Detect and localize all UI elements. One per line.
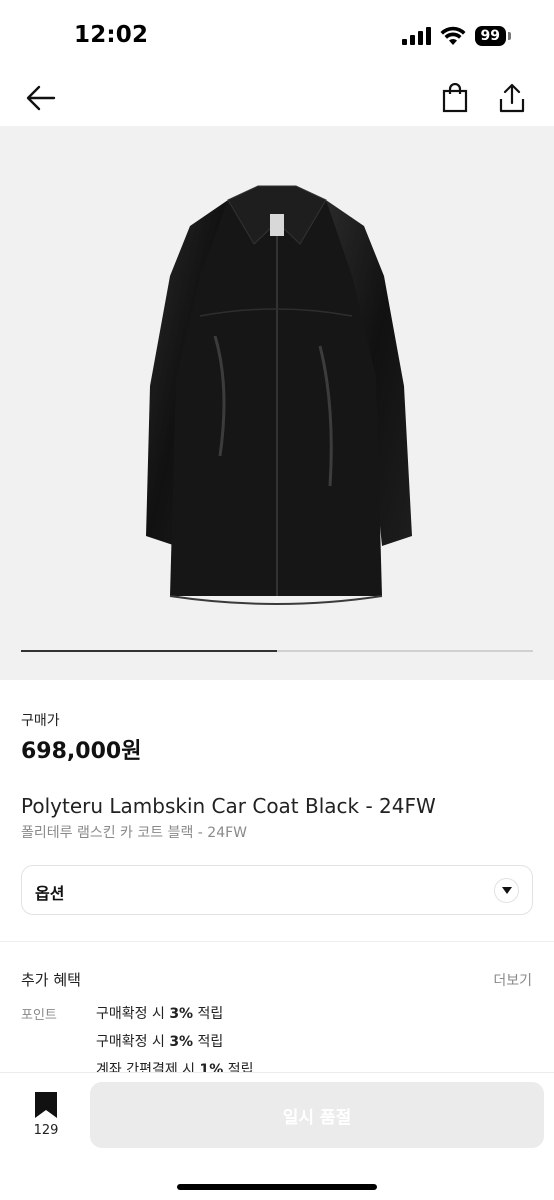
status-icons: 99 — [401, 26, 512, 46]
bottom-action-bar: 129 일시 품절 — [0, 1072, 554, 1200]
carousel-progress-fill — [21, 650, 277, 652]
home-indicator — [177, 1184, 377, 1190]
point-line: 구매확정 시 3% 적립 — [96, 1006, 224, 1022]
option-label: 옵션 — [35, 884, 65, 903]
point-label: 포인트 — [21, 1008, 57, 1023]
status-bar: 12:02 99 — [0, 0, 554, 70]
product-image[interactable] — [0, 126, 554, 680]
bookmark-icon — [35, 1092, 57, 1118]
battery-icon: 99 — [474, 26, 512, 46]
product-price: 698,000원 — [21, 739, 142, 764]
leather-coat-image — [146, 185, 412, 605]
carousel-progress-track — [21, 650, 533, 652]
option-select[interactable]: 옵션 — [21, 865, 533, 915]
price-label: 구매가 — [21, 713, 60, 729]
point-line: 구매확정 시 3% 적립 — [96, 1034, 224, 1050]
sold-out-button[interactable]: 일시 품절 — [90, 1082, 544, 1148]
cellular-signal-icon — [401, 27, 431, 45]
status-time: 12:02 — [74, 22, 149, 48]
top-nav-bar — [0, 70, 554, 126]
benefits-more-link[interactable]: 더보기 — [493, 970, 532, 990]
product-title-ko: 폴리테루 램스킨 카 코트 블랙 - 24FW — [21, 825, 248, 841]
chevron-down-icon[interactable] — [494, 878, 519, 903]
shopping-bag-icon[interactable] — [437, 80, 473, 116]
wishlist-count: 129 — [33, 1123, 59, 1138]
share-icon[interactable] — [494, 80, 530, 116]
benefits-title: 추가 혜택 — [21, 971, 81, 989]
product-title-en: Polyteru Lambskin Car Coat Black - 24FW — [21, 794, 436, 818]
section-divider — [0, 941, 554, 942]
back-arrow-icon[interactable] — [23, 80, 59, 116]
wishlist-button[interactable]: 129 — [26, 1091, 66, 1139]
wifi-icon — [440, 26, 466, 45]
